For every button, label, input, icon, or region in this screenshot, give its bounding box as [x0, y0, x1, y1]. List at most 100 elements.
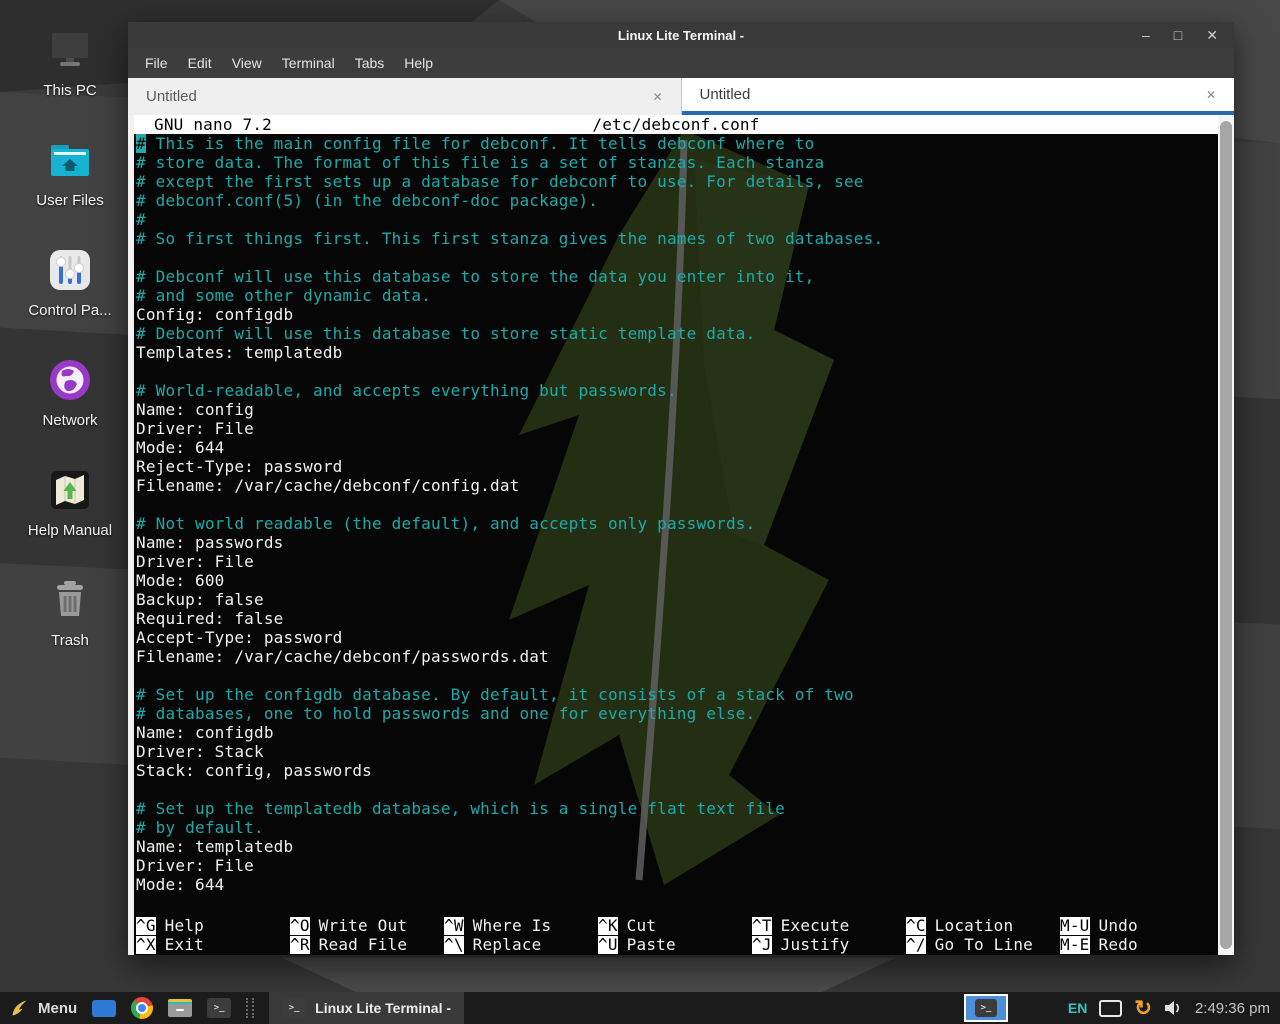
minimize-icon[interactable]: –: [1142, 28, 1150, 42]
shortcut-where-is: ^WWhere Is: [444, 916, 598, 935]
shortcut-replace: ^\Replace: [444, 935, 598, 954]
desktop-icon-user-files[interactable]: User Files: [8, 134, 132, 216]
nano-line: Backup: false: [136, 590, 1214, 609]
shortcut-key: ^O: [290, 917, 310, 935]
shortcut-key: ^/: [906, 936, 926, 954]
volume-icon[interactable]: [1164, 1000, 1183, 1016]
nano-line: #: [136, 210, 1214, 229]
shortcut-location: ^C Location: [906, 916, 1060, 935]
desktop-icon-trash[interactable]: Trash: [8, 574, 132, 656]
nano-line: Filename: /var/cache/debconf/config.dat: [136, 476, 1214, 495]
shortcut-key: M-E: [1060, 936, 1090, 954]
nano-filename: /etc/debconf.conf: [134, 115, 1218, 134]
nano-line: # Set up the configdb database. By defau…: [136, 685, 1214, 704]
globe-icon: [44, 354, 96, 406]
system-tray: >_ EN ↻ 2:49:36 pm: [964, 994, 1270, 1022]
menu-file[interactable]: File: [135, 55, 178, 71]
chrome-icon[interactable]: [131, 997, 153, 1019]
nano-line: Templates: templatedb: [136, 343, 1214, 362]
shortcut-key: ^G: [136, 917, 156, 935]
desktop-icon-label: Trash: [51, 632, 89, 649]
nano-line: [136, 780, 1214, 799]
menu-terminal[interactable]: Terminal: [272, 55, 345, 71]
menu-tabs[interactable]: Tabs: [345, 55, 395, 71]
shortcut-key: ^T: [752, 917, 772, 935]
tab-close-icon[interactable]: ✕: [652, 90, 662, 104]
nano-titlebar: GNU nano 7.2 /etc/debconf.conf: [134, 115, 1218, 134]
nano-content: # This is the main config file for debco…: [136, 134, 1214, 894]
menu-help[interactable]: Help: [394, 55, 443, 71]
text-cursor: #: [136, 134, 146, 153]
shortcut-key: ^C: [906, 917, 926, 935]
shortcut-label: Where Is: [473, 916, 552, 935]
shortcut-key: ^U: [598, 936, 618, 954]
tray-terminal-icon[interactable]: >_: [964, 994, 1008, 1022]
desktop-icon-this-pc[interactable]: This PC: [8, 24, 132, 106]
tab-label: Untitled: [146, 88, 197, 105]
nano-shortcuts-row2: ^XExit^RRead File^\Replace^UPaste^JJusti…: [136, 935, 1214, 954]
nano-line: Accept-Type: password: [136, 628, 1214, 647]
nano-line: Stack: config, passwords: [136, 761, 1214, 780]
shortcut-label: Location: [935, 916, 1014, 935]
nano-line: # except the first sets up a database fo…: [136, 172, 1214, 191]
window-title: Linux Lite Terminal -: [618, 28, 744, 43]
menu-label: Menu: [38, 1000, 77, 1017]
nano-line: # by default.: [136, 818, 1214, 837]
nano-line: # Debconf will use this database to stor…: [136, 324, 1214, 343]
close-icon[interactable]: ✕: [1206, 28, 1218, 42]
terminal-view[interactable]: GNU nano 7.2 /etc/debconf.conf # This is…: [128, 115, 1234, 955]
nano-line: Reject-Type: password: [136, 457, 1214, 476]
nano-line: Filename: /var/cache/debconf/passwords.d…: [136, 647, 1214, 666]
nano-line: Name: templatedb: [136, 837, 1214, 856]
tab-untitled-1[interactable]: Untitled ✕: [128, 78, 682, 115]
nano-line: # Not world readable (the default), and …: [136, 514, 1214, 533]
desktop-icon-help-manual[interactable]: Help Manual: [8, 464, 132, 546]
nano-line: Name: configdb: [136, 723, 1214, 742]
tab-untitled-2[interactable]: Untitled ✕: [682, 78, 1235, 115]
terminal-icon: >_: [975, 999, 997, 1017]
archive-drawer-icon[interactable]: [168, 999, 192, 1017]
desktop-icon-label: Help Manual: [28, 522, 112, 539]
file-manager-icon[interactable]: [92, 1000, 116, 1017]
titlebar[interactable]: Linux Lite Terminal - – □ ✕: [128, 22, 1234, 48]
menu-view[interactable]: View: [222, 55, 272, 71]
shortcut-key: ^K: [598, 917, 618, 935]
keyboard-layout-indicator[interactable]: EN: [1068, 1000, 1087, 1016]
menu-button[interactable]: Menu: [10, 997, 77, 1019]
nano-line: Required: false: [136, 609, 1214, 628]
terminal-icon: >_: [282, 998, 306, 1018]
desktop-icon-label: Network: [42, 412, 97, 429]
nano-line: # So first things first. This first stan…: [136, 229, 1214, 248]
scrollbar-thumb[interactable]: [1220, 121, 1232, 949]
shortcut-go-to-line: ^/Go To Line: [906, 935, 1060, 954]
desktop-icon-control-panel[interactable]: Control Pa...: [8, 244, 132, 326]
desktop-icon-label: Control Pa...: [28, 302, 111, 319]
shortcut-redo: M-ERedo: [1060, 935, 1214, 954]
updates-icon[interactable]: ↻: [1134, 998, 1152, 1019]
shortcut-key: ^\: [444, 936, 464, 954]
taskbar: Menu >_ >_ Linux Lite Terminal - >_ EN ↻…: [0, 992, 1280, 1024]
terminal-window: Linux Lite Terminal - – □ ✕ FileEditView…: [128, 22, 1234, 955]
menu-edit[interactable]: Edit: [178, 55, 222, 71]
window-controls: – □ ✕: [1142, 22, 1218, 48]
terminal-launcher-icon[interactable]: >_: [207, 998, 231, 1018]
nano-line: # World-readable, and accepts everything…: [136, 381, 1214, 400]
nano-line: # and some other dynamic data.: [136, 286, 1214, 305]
desktop-icon-network[interactable]: Network: [8, 354, 132, 436]
nano-line: Driver: File: [136, 419, 1214, 438]
shortcut-label: Read File: [319, 935, 408, 954]
nano-line: Mode: 644: [136, 875, 1214, 894]
maximize-icon[interactable]: □: [1174, 28, 1182, 42]
shortcut-label: Write Out: [319, 916, 408, 935]
scrollbar[interactable]: [1218, 115, 1234, 955]
task-button-terminal[interactable]: >_ Linux Lite Terminal -: [269, 992, 464, 1024]
nano-shortcuts: ^GHelp^OWrite Out^WWhere Is^KCut^TExecut…: [136, 916, 1214, 954]
tab-close-icon[interactable]: ✕: [1206, 88, 1216, 102]
display-icon[interactable]: [1099, 1000, 1122, 1017]
menu-bar: FileEditViewTerminalTabsHelp: [128, 48, 1234, 78]
panel-grip[interactable]: [246, 998, 254, 1018]
clock[interactable]: 2:49:36 pm: [1195, 1000, 1270, 1017]
desktop-icon-label: This PC: [43, 82, 96, 99]
nano-line: [136, 248, 1214, 267]
tab-label: Untitled: [700, 86, 751, 103]
